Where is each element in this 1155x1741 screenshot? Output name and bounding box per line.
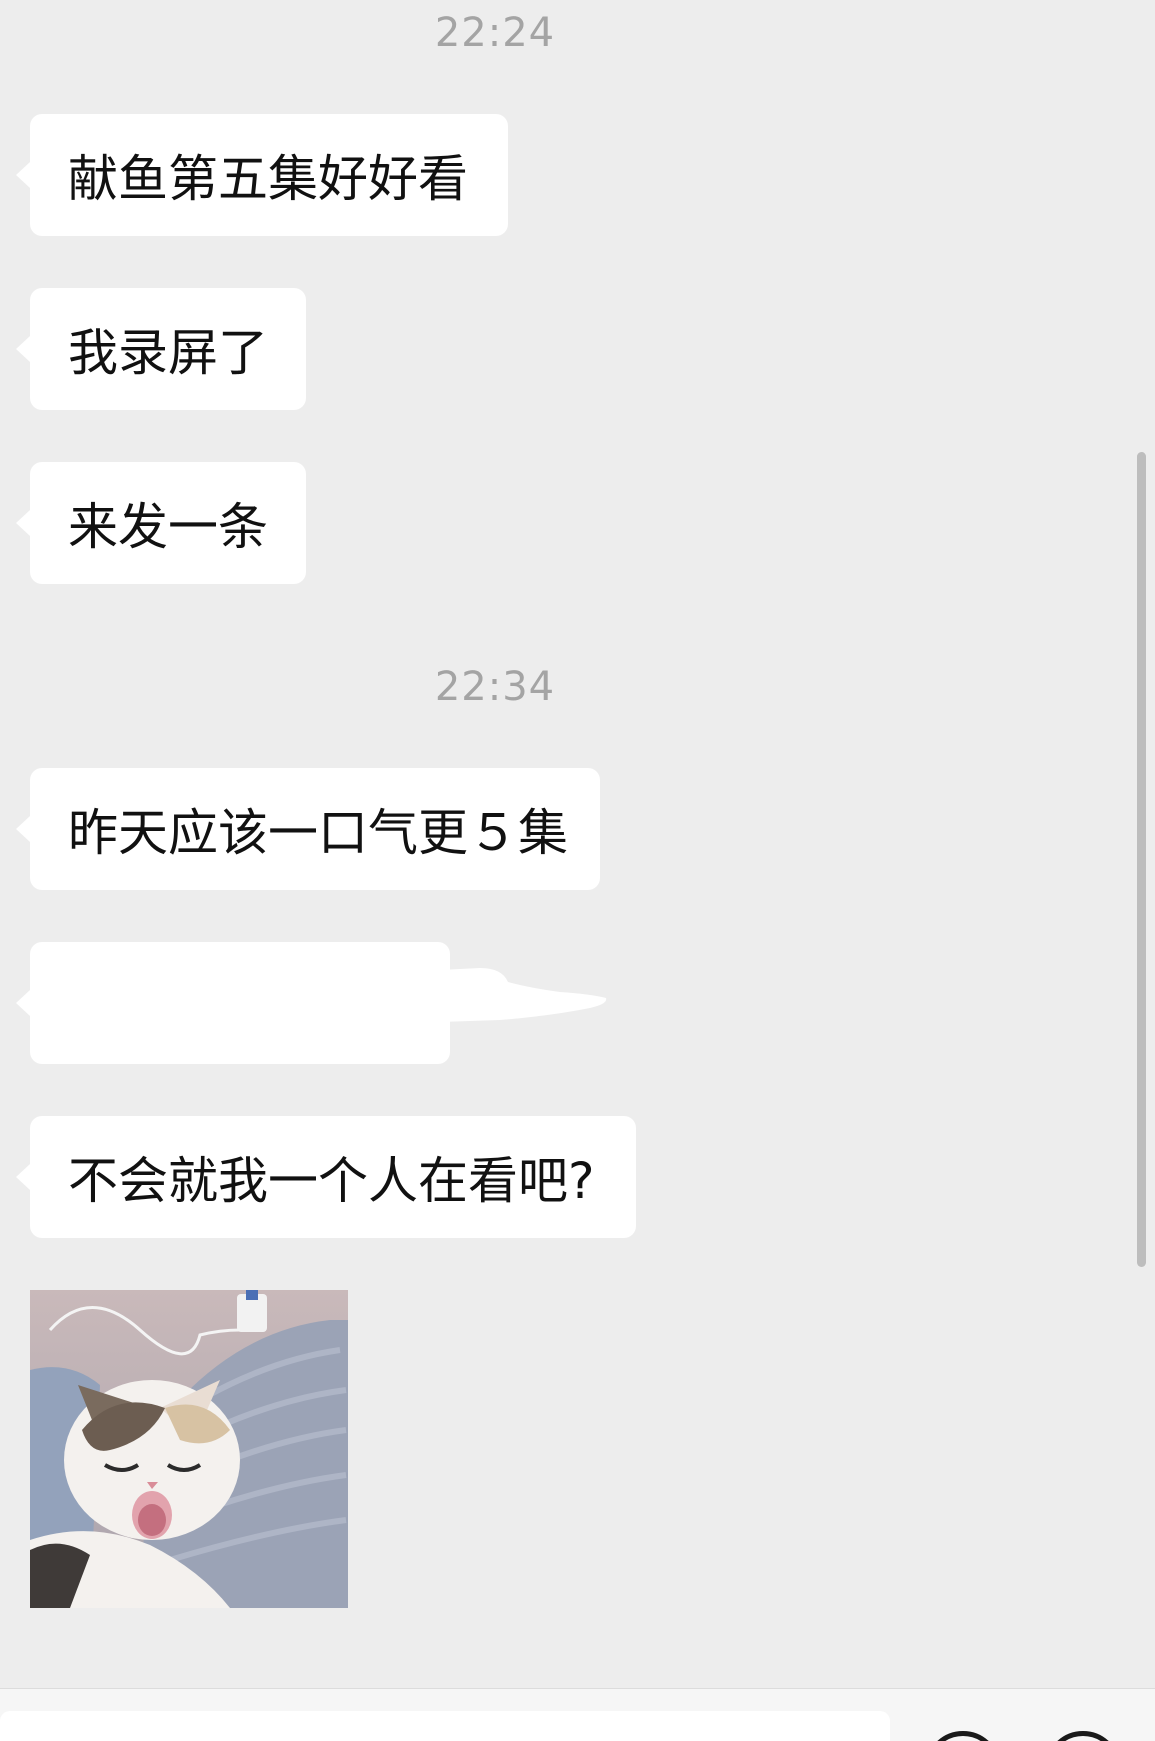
message-input[interactable]	[0, 1711, 890, 1741]
message-text: 我录屏了	[68, 324, 268, 382]
message-text: 献鱼第五集好好看	[68, 150, 468, 208]
message-bubble[interactable]: 我录屏了	[16, 288, 306, 410]
timestamp: 22:24	[434, 10, 556, 56]
cat-sticker-image	[30, 1290, 348, 1608]
sleepy-cat-sticker[interactable]	[30, 1290, 348, 1608]
scrollbar[interactable]	[1137, 452, 1146, 1267]
input-bar	[0, 1688, 1155, 1741]
message-text: 不会就我一个人在看吧?	[68, 1152, 595, 1210]
message-bubble[interactable]: 不会就我一个人在看吧?	[16, 1116, 636, 1238]
message-text: 昨天应该一口气更５集	[68, 804, 568, 862]
chat-message-list[interactable]: 22:24 献鱼第五集好好看 我录屏了 来发一条 22:34 昨天应该一口气更５…	[0, 0, 1155, 1688]
redacted-message-bubble[interactable]	[16, 942, 450, 1064]
message-text: 来发一条	[68, 498, 268, 556]
message-bubble[interactable]: 来发一条	[16, 462, 306, 584]
timestamp: 22:34	[434, 664, 556, 710]
message-bubble[interactable]: 献鱼第五集好好看	[16, 114, 508, 236]
redaction-smear	[440, 968, 607, 1022]
message-bubble[interactable]: 昨天应该一口气更５集	[16, 768, 600, 890]
